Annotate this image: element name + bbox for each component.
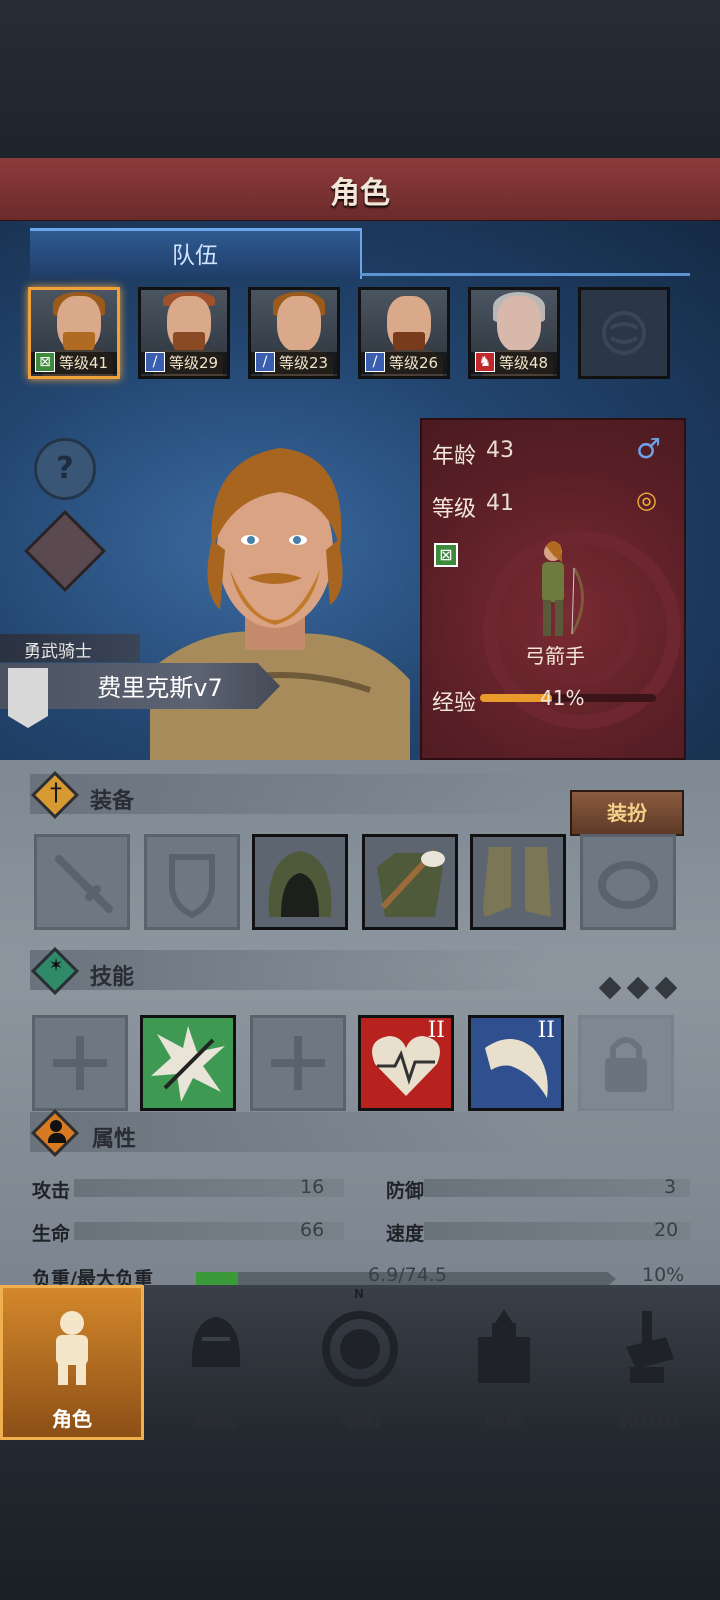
defense-bar <box>424 1179 690 1197</box>
male-gender-icon: ♂ <box>636 432 662 465</box>
help-button[interactable]: ? <box>34 438 96 500</box>
feet-slot[interactable] <box>470 834 566 930</box>
cross-icon: † <box>50 778 62 806</box>
hp-value: 66 <box>300 1219 325 1241</box>
attack-label: 攻击 <box>32 1180 71 1202</box>
team-member-1[interactable]: 等级41 ⊠ <box>28 287 120 379</box>
skill-rank: II <box>427 1018 445 1043</box>
ring-slot[interactable] <box>580 834 676 930</box>
bottom-background <box>0 1440 720 1600</box>
page-title: 角色 <box>330 176 390 211</box>
lock-icon <box>605 1037 647 1092</box>
sword-class-icon: / <box>145 352 165 372</box>
nav-character-label: 角色 <box>52 1407 92 1431</box>
boots-icon <box>483 847 551 917</box>
body-slot[interactable] <box>362 834 458 930</box>
class-name: 弓箭手 <box>525 644 585 668</box>
sword-class-icon: / <box>255 352 275 372</box>
nav-castle-label: 城堡 <box>484 1407 524 1431</box>
load-value: 6.9/74.5 <box>368 1264 447 1286</box>
shield-slot[interactable] <box>144 834 240 930</box>
level-value: 41 <box>486 491 514 516</box>
load-percent: 10% <box>642 1264 685 1286</box>
nav-formation[interactable]: 编队 <box>144 1285 288 1440</box>
ring-icon <box>598 861 658 909</box>
skill-slot-empty-2[interactable] <box>250 1015 346 1111</box>
speed-value: 20 <box>654 1219 679 1241</box>
skill-slot-locked[interactable] <box>578 1015 674 1111</box>
nav-formation-label: 编队 <box>196 1407 236 1431</box>
tunic-icon <box>377 848 445 917</box>
attack-value: 16 <box>300 1176 325 1198</box>
beast-class-icon: ♞ <box>475 352 495 372</box>
hero-portrait <box>150 448 410 760</box>
cross-placeholder-icon <box>53 1036 107 1090</box>
skill-rank: II <box>537 1018 555 1043</box>
star-icon: ✶ <box>48 955 64 976</box>
banner-hand-icon <box>626 1311 674 1383</box>
castle-icon <box>478 1309 530 1383</box>
load-bar-fill <box>196 1272 238 1286</box>
nav-character[interactable]: 角色 <box>0 1285 144 1440</box>
archer-figure <box>542 541 584 636</box>
sword-class-icon: / <box>365 352 385 372</box>
ring-icon[interactable]: ◎ <box>636 486 657 514</box>
face <box>277 296 321 352</box>
nav-castle[interactable]: 城堡 <box>432 1285 576 1440</box>
hero-name: 费里克斯v7 <box>97 674 223 702</box>
skills-title: 技能 <box>90 965 135 990</box>
hero-title: 勇武骑士 <box>24 642 92 662</box>
archer-class-icon: ⊠ <box>434 543 458 567</box>
weapon-slot[interactable] <box>34 834 130 930</box>
skill-slot-heart[interactable]: II <box>358 1015 454 1111</box>
nav-map[interactable]: N 地图 <box>288 1285 432 1440</box>
banner-flag-icon[interactable] <box>8 668 48 728</box>
cross-placeholder-icon <box>271 1036 325 1090</box>
empty-member-slot[interactable] <box>578 287 670 379</box>
face <box>497 296 541 352</box>
sword-icon <box>55 855 113 913</box>
hp-label: 生命 <box>32 1223 71 1245</box>
nav-mercenary-label: 佣兵团 <box>618 1407 678 1431</box>
skill-slot-empty-1[interactable] <box>32 1015 128 1111</box>
team-member-4[interactable]: 等级26 / <box>358 287 450 379</box>
tab-team-label: 队伍 <box>172 243 218 269</box>
head-slot[interactable] <box>252 834 348 930</box>
hood-icon <box>268 851 332 917</box>
tab-underline <box>360 273 690 276</box>
age-value: 43 <box>486 438 514 463</box>
helmet-icon <box>191 1317 241 1367</box>
exp-label: 经验 <box>432 691 477 716</box>
top-background <box>0 0 720 158</box>
burst-arrow-icon <box>151 1026 225 1102</box>
level-label: 等级 <box>432 497 477 522</box>
person-icon <box>48 1118 66 1144</box>
skill-slot-wind[interactable]: II <box>468 1015 564 1111</box>
archer-class-icon: ⊠ <box>35 352 55 372</box>
defense-value: 3 <box>664 1176 677 1198</box>
attributes-title: 属性 <box>92 1127 137 1152</box>
nav-map-label: 地图 <box>340 1407 380 1431</box>
defense-label: 防御 <box>386 1180 425 1202</box>
team-member-3[interactable]: 等级23 / <box>248 287 340 379</box>
compass-north: N <box>354 1287 365 1301</box>
shield-icon <box>169 854 215 919</box>
dress-up-button[interactable]: 装扮 <box>570 790 684 836</box>
exp-percent: 41% <box>540 686 585 710</box>
equipment-title: 装备 <box>90 789 135 814</box>
team-member-5[interactable]: 等级48 ♞ <box>468 287 560 379</box>
compass-icon <box>322 1309 398 1387</box>
speed-label: 速度 <box>386 1223 425 1245</box>
speed-bar <box>424 1222 690 1240</box>
team-member-2[interactable]: 等级29 / <box>138 287 230 379</box>
empty-slot-emblem-icon <box>602 311 646 355</box>
skill-slot-pierce[interactable] <box>140 1015 236 1111</box>
knight-icon <box>56 1311 88 1385</box>
age-label: 年龄 <box>432 444 477 469</box>
nav-mercenary[interactable]: 佣兵团 <box>576 1285 720 1440</box>
